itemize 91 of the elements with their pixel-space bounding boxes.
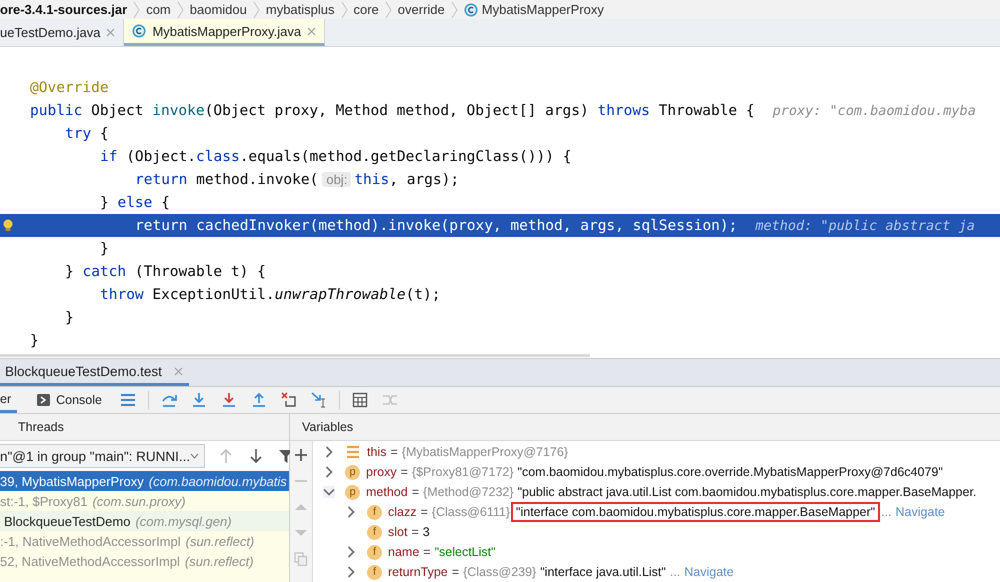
chevron-icon [252, 0, 260, 18]
editor-tab[interactable]: MybatisMapperProxy.java [124, 19, 326, 46]
code-text: this, args); [354, 172, 460, 188]
force-step-into-icon[interactable] [221, 392, 237, 408]
code-text: throw ExceptionUtil.unwrapThrowable(t); [100, 286, 440, 302]
variable-badge: f [367, 524, 382, 540]
variable-badge: f [367, 504, 382, 520]
panel-title: Threads [18, 420, 64, 434]
code-text: return cachedInvoker(method).invoke(proxy, method, args, sqlSession); [135, 218, 738, 234]
stack-frame[interactable]: BlockqueueTestDemo (com.mysql.gen) [0, 511, 289, 531]
code-text: } [65, 310, 74, 326]
breadcrumb-item[interactable]: ore-3.4.1-sources.jar [0, 2, 128, 17]
breadcrumb-item[interactable]: com [146, 2, 171, 17]
code-text: } [30, 332, 39, 348]
code-text: try { [65, 126, 109, 142]
code-text: } else { [100, 194, 170, 210]
variable-value: "interface com.baomidou.mybatisplus.core.mapper.BaseMapper" [514, 505, 878, 519]
variable-value: "public abstract java.util.List com.baomidou.mybatisplus.core.mapper.BaseMapper. [518, 485, 976, 499]
close-icon[interactable] [174, 366, 183, 376]
step-out-icon[interactable] [251, 392, 267, 408]
equals-sign: = [400, 465, 408, 479]
filter-icon[interactable] [279, 448, 293, 464]
inline-debug-value: proxy: "com.baomidou.myba [772, 102, 976, 118]
object-reference: {MybatisMapperProxy@7176} [402, 445, 568, 459]
code-text: @Override [30, 80, 109, 96]
inline-debug-value: method: "public abstract ja [755, 218, 975, 234]
equals-sign: = [452, 565, 460, 579]
variable-badge: p [345, 464, 360, 480]
panel-title: Variables [302, 420, 354, 434]
breadcrumb-item[interactable]: baomidou [190, 2, 247, 17]
chevron-icon [340, 0, 348, 18]
code-text: if (Object.class.equals(method.getDeclaringClass())) { [100, 148, 572, 164]
equals-sign: = [420, 505, 428, 519]
variable-value: "interface java.util.List" [540, 565, 666, 579]
class-icon [464, 2, 478, 16]
drop-frame-icon[interactable] [281, 392, 297, 408]
down-arrow-icon[interactable] [249, 448, 263, 464]
thread-dropdown[interactable]: n"@1 in group "main": RUNNI... [0, 444, 205, 468]
chevron-icon [133, 0, 140, 18]
variable-name: slot [388, 525, 408, 539]
variable-badge: f [367, 544, 382, 560]
collapse-arrow-icon[interactable] [323, 486, 335, 498]
lightbulb-icon [2, 218, 14, 232]
chevron-down-icon [190, 453, 200, 459]
console-icon [37, 394, 50, 406]
scrollbar[interactable] [0, 354, 590, 357]
code-text: return method.invoke( [135, 172, 318, 188]
chevron-icon [176, 0, 184, 18]
run-to-cursor-icon[interactable] [311, 392, 327, 408]
object-reference: {Class@239} [463, 565, 536, 579]
variable-value: "selectList" [434, 545, 496, 559]
variable-badge: p [345, 484, 360, 500]
object-reference: {Method@7232} [423, 485, 514, 499]
variable-name: clazz [388, 505, 416, 519]
step-into-icon[interactable] [191, 392, 207, 408]
ellipsis: ... [670, 565, 680, 579]
chevron-icon [384, 0, 392, 18]
parameter-hint: obj: [322, 172, 352, 187]
class-icon [132, 24, 146, 38]
code-text: public Object invoke(Object proxy, Method method, Object[] args) throws Throwable { [30, 102, 755, 118]
variable-badge: f [367, 564, 382, 580]
variable-value: 3 [422, 525, 430, 539]
step-over-icon[interactable] [161, 392, 177, 408]
variable-value: "com.baomidou.mybatisplus.core.override.MybatisMapperProxy@7d6c4079" [518, 465, 943, 479]
breadcrumb-item[interactable]: core [354, 2, 379, 17]
equals-sign: = [411, 525, 419, 539]
code-text: } catch (Throwable t) { [65, 264, 266, 280]
breadcrumb-item[interactable]: MybatisMapperProxy [464, 2, 604, 17]
debugger-tab[interactable]: Console [27, 387, 108, 413]
object-reference: {Class@6111} [432, 505, 510, 519]
close-icon[interactable] [106, 28, 116, 37]
variable-name: proxy [366, 465, 397, 479]
breadcrumb-item[interactable]: mybatisplus [266, 2, 334, 17]
ellipsis: ... [881, 505, 892, 519]
variable-name: returnType [388, 565, 448, 579]
stack-frame[interactable]: 39, MybatisMapperProxy (com.baomidou.mybatis [0, 471, 289, 491]
equals-sign: = [390, 445, 398, 459]
equals-sign: = [412, 485, 420, 499]
variable-name: this [367, 445, 386, 459]
object-reference: {$Proxy81@7172} [412, 465, 514, 479]
breadcrumb-item[interactable]: override [398, 2, 445, 17]
variable-name: method [366, 485, 408, 499]
list-icon[interactable] [120, 392, 136, 408]
calculator-icon[interactable] [352, 392, 368, 408]
code-text: } [100, 240, 109, 256]
close-icon[interactable] [307, 26, 316, 36]
fields-icon [345, 444, 361, 460]
equals-sign: = [423, 545, 431, 559]
chevron-icon [450, 0, 458, 18]
variable-name: name [388, 545, 420, 559]
add-icon[interactable] [294, 448, 308, 462]
